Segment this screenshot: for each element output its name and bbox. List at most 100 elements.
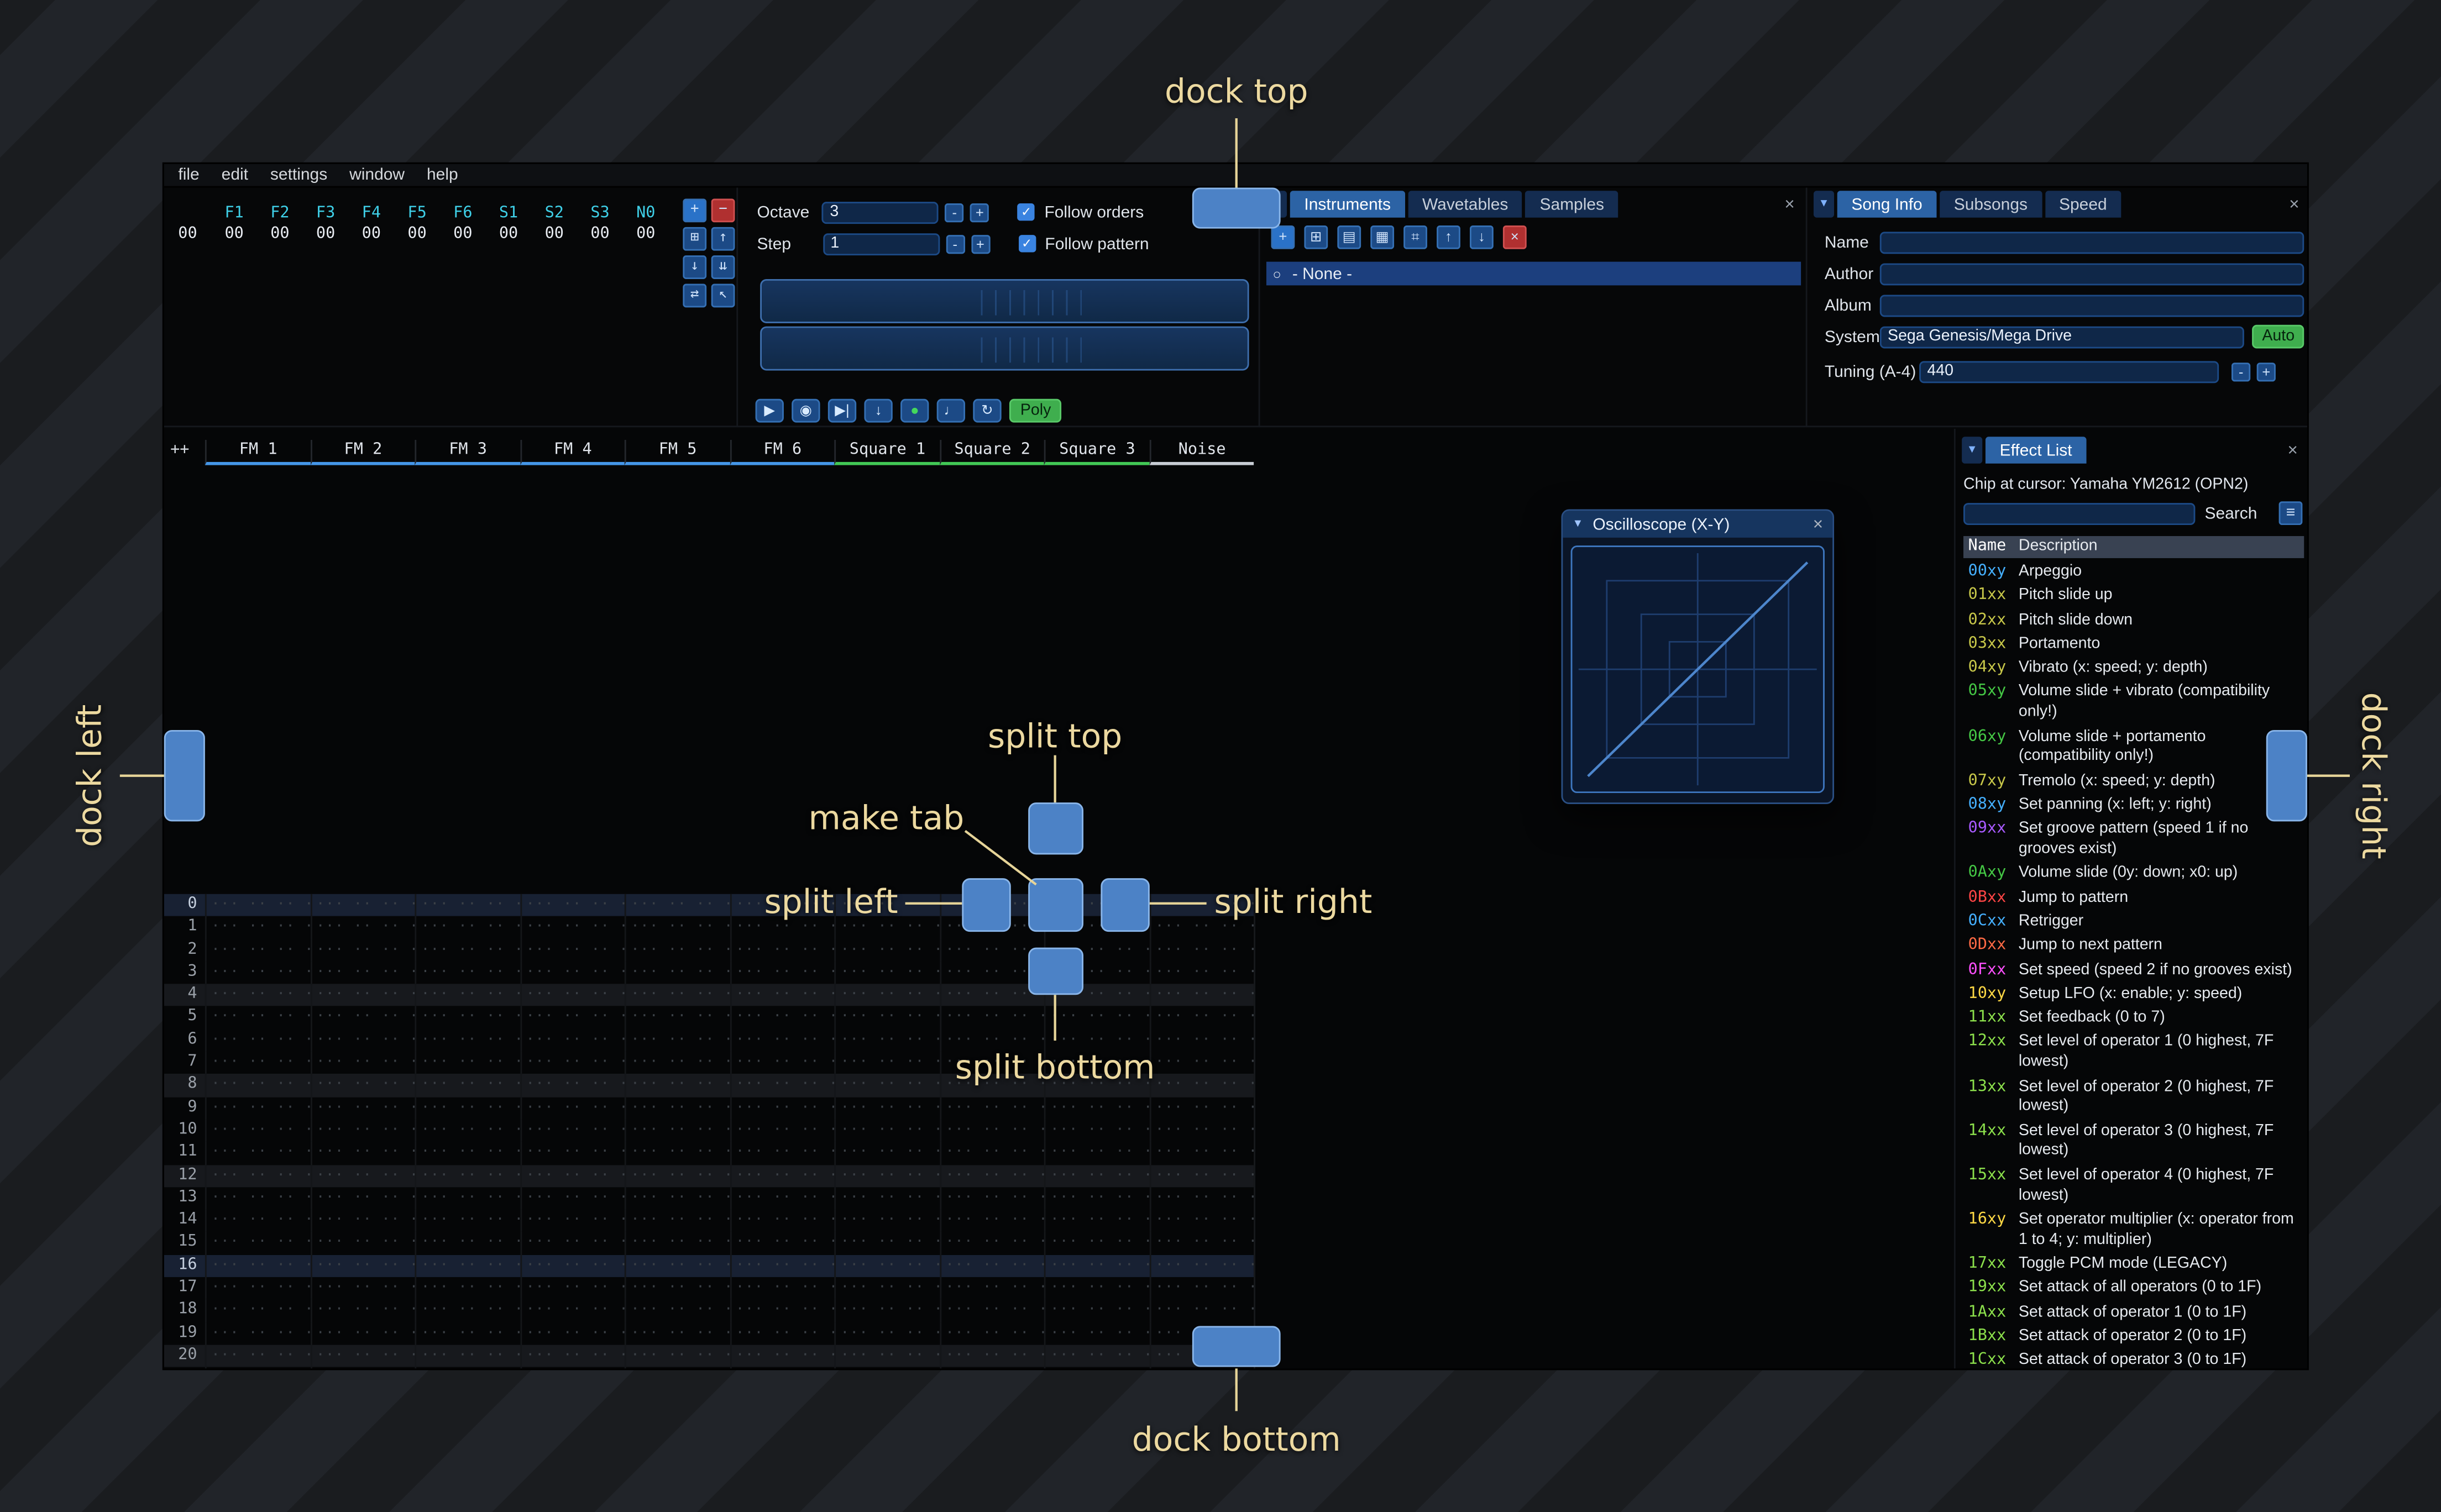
channel-header-fm-2[interactable]: FM 2: [310, 439, 415, 465]
oscilloscope-title-bar[interactable]: ▼ Oscilloscope (X-Y) ×: [1563, 511, 1833, 538]
effect-row[interactable]: 0Cxx Retrigger: [1963, 911, 2304, 936]
pattern-cell[interactable]: ··· ·· ·· ···: [624, 1299, 730, 1322]
order-edit-mode-button[interactable]: ↖: [711, 284, 735, 308]
pattern-cell[interactable]: ··· ·· ·· ···: [729, 984, 834, 1007]
pattern-cell[interactable]: ··· ·· ·· ···: [205, 1367, 310, 1369]
effect-row[interactable]: 00xy Arpeggio: [1963, 561, 2304, 586]
tuning-decrease-button[interactable]: -: [2231, 361, 2251, 381]
pattern-row[interactable]: 2 ··· ·· ·· ··· ·· · · · ·· ·· ·· ·· · · · · · ··…: [164, 939, 1254, 962]
oscilloscope-window[interactable]: ▼ Oscilloscope (X-Y) ×: [1561, 509, 1835, 805]
step-decrease-button[interactable]: -: [945, 234, 965, 253]
pattern-cell[interactable]: ··· ·· ·· ···: [205, 939, 310, 962]
pattern-cell[interactable]: ··· ·· ·· ···: [415, 1006, 520, 1030]
split-target-bottom[interactable]: [1028, 947, 1084, 995]
pattern-cell[interactable]: ··· ·· ·· ···: [415, 1367, 520, 1369]
add-instrument-button[interactable]: +: [1271, 225, 1295, 249]
pattern-cell[interactable]: ··· ·· ·· ···: [624, 1322, 730, 1345]
pattern-row[interactable]: 5 ··· ·· ·· ··· ·· · · · ·· ·· ·· ·· · · · · · ··…: [164, 1006, 1254, 1030]
menu-item-file[interactable]: file: [178, 166, 199, 185]
pattern-cell[interactable]: ··· ·· ·· ···: [1044, 1142, 1149, 1165]
play-button[interactable]: ▶: [755, 398, 784, 423]
pattern-cell[interactable]: ··· ·· ·· ···: [1149, 1096, 1254, 1120]
field-input-author[interactable]: [1879, 262, 2304, 285]
pattern-cell[interactable]: ··· ·· ·· ···: [310, 1186, 415, 1210]
split-target-top[interactable]: [1028, 802, 1084, 855]
record-button[interactable]: ●: [900, 398, 929, 423]
pattern-cell[interactable]: ··· ·· ·· ···: [624, 1367, 730, 1369]
pattern-cell[interactable]: ··· ·· ·· ···: [415, 984, 520, 1007]
effect-row[interactable]: 16xy Set operator multiplier (x: operator…: [1963, 1209, 2304, 1253]
pattern-cell[interactable]: ··· ·· ·· ···: [205, 1029, 310, 1052]
pattern-cell[interactable]: ··· ·· ·· ···: [310, 1277, 415, 1300]
split-target-left[interactable]: [962, 878, 1011, 932]
tab-list-dropdown-icon[interactable]: ▼: [1813, 191, 1835, 218]
order-cell[interactable]: 00: [211, 224, 257, 244]
pattern-cell[interactable]: ··· ·· ·· ···: [205, 1186, 310, 1210]
pattern-cell[interactable]: ··· ·· ·· ···: [520, 1029, 625, 1052]
tab-song-info[interactable]: Song Info: [1837, 191, 1937, 218]
pattern-cell[interactable]: ··· ·· ·· ···: [624, 1006, 730, 1030]
repeat-pattern-button[interactable]: ↻: [973, 398, 1002, 423]
tab-instruments[interactable]: Instruments: [1290, 191, 1405, 218]
pattern-cell[interactable]: ··· ·· ·· ···: [520, 1322, 625, 1345]
step-increase-button[interactable]: +: [971, 234, 990, 253]
dock-target-bottom[interactable]: [1192, 1326, 1281, 1367]
pattern-cell[interactable]: ··· ·· ·· ···: [520, 894, 625, 917]
pattern-cell[interactable]: ··· ·· ·· ···: [939, 1322, 1044, 1345]
pattern-cell[interactable]: ··· ·· ·· ···: [729, 1186, 834, 1210]
pattern-cell[interactable]: ··· ·· ·· ···: [520, 1367, 625, 1369]
pattern-cell[interactable]: ··· ·· ·· ···: [939, 1232, 1044, 1255]
pattern-cell[interactable]: ··· ·· ·· ···: [1044, 1096, 1149, 1120]
pattern-cell[interactable]: ··· ·· ·· ···: [415, 1074, 520, 1097]
pattern-cell[interactable]: ··· ·· ·· ···: [939, 1277, 1044, 1300]
pattern-cell[interactable]: ··· ·· ·· ···: [415, 1186, 520, 1210]
pattern-row[interactable]: 21··· ·· ·· ······ ·· ·· ······ ·· ·· ··…: [164, 1367, 1254, 1369]
pattern-cell[interactable]: ··· ·· ·· ···: [624, 894, 730, 917]
pattern-row[interactable]: 4 ··· ·· ·· ··· ·· · · · ·· ·· ·· ·· · · · · · ··…: [164, 984, 1254, 1007]
pattern-cell[interactable]: ··· ·· ·· ···: [1044, 1367, 1149, 1369]
effect-row[interactable]: 0Bxx Jump to pattern: [1963, 887, 2304, 911]
pattern-cell[interactable]: ··· ·· ·· ···: [1044, 1006, 1149, 1030]
effect-row[interactable]: 01xx Pitch slide up: [1963, 585, 2304, 610]
effect-row[interactable]: 0Dxx Jump to next pattern: [1963, 936, 2304, 960]
pattern-cell[interactable]: ··· ·· ·· ···: [520, 1096, 625, 1120]
effect-row[interactable]: 02xx Pitch slide down: [1963, 610, 2304, 634]
pattern-cell[interactable]: ··· ·· ·· ···: [415, 1299, 520, 1322]
tab-effect-list[interactable]: Effect List: [1985, 437, 2087, 464]
pattern-row[interactable]: 17 ··· ·· ·· ··· ·· · · · ·· ·· ·· ·· · · · · · ·…: [164, 1277, 1254, 1300]
pattern-cell[interactable]: ··· ·· ·· ···: [520, 984, 625, 1007]
pattern-cell[interactable]: ··· ·· ·· ···: [205, 1142, 310, 1165]
order-duplicate-end-button[interactable]: ⇊: [711, 255, 735, 279]
poly-input-button[interactable]: Poly: [1009, 398, 1062, 423]
menu-item-edit[interactable]: edit: [222, 166, 248, 185]
pattern-cell[interactable]: ··· ·· ·· ···: [624, 1254, 730, 1278]
pattern-cell[interactable]: ··· ·· ·· ···: [834, 1074, 939, 1097]
effect-row[interactable]: 10xy Setup LFO (x: enable; y: speed): [1963, 984, 2304, 1008]
pattern-cell[interactable]: ··· ·· ·· ···: [520, 1299, 625, 1322]
pattern-cell[interactable]: ··· ·· ·· ···: [939, 1254, 1044, 1278]
pattern-cell[interactable]: ··· ·· ·· ···: [1149, 962, 1254, 984]
pattern-cell[interactable]: ··· ·· ·· ···: [310, 1006, 415, 1030]
pattern-row[interactable]: 1 ··· ·· ·· ··· ·· · · · ·· ·· ·· ·· · · · · · ··…: [164, 916, 1254, 939]
pattern-cell[interactable]: ··· ·· ·· ···: [1044, 1322, 1149, 1345]
pattern-cell[interactable]: ··· ·· ·· ···: [834, 1367, 939, 1369]
pattern-cell[interactable]: ··· ·· ·· ···: [205, 1209, 310, 1232]
pattern-cell[interactable]: ··· ·· ·· ···: [310, 984, 415, 1007]
pattern-cell[interactable]: ··· ·· ·· ···: [205, 1006, 310, 1030]
pattern-cell[interactable]: ··· ·· ·· ···: [729, 1074, 834, 1097]
pattern-cell[interactable]: ··· ·· ·· ···: [834, 1142, 939, 1165]
pattern-cell[interactable]: ··· ·· ·· ···: [520, 1119, 625, 1142]
pattern-cell[interactable]: ··· ·· ·· ···: [415, 1052, 520, 1074]
effect-row[interactable]: 03xx Portamento: [1963, 634, 2304, 658]
step-one-row-button[interactable]: ↓: [864, 398, 893, 423]
pattern-cell[interactable]: ··· ·· ·· ···: [729, 1119, 834, 1142]
pattern-cell[interactable]: ··· ·· ·· ···: [1149, 1164, 1254, 1187]
pattern-cell[interactable]: ··· ·· ·· ···: [310, 1254, 415, 1278]
pattern-cell[interactable]: ··· ·· ·· ···: [939, 1142, 1044, 1165]
channel-header-square-3[interactable]: Square 3: [1044, 439, 1149, 465]
collapse-icon[interactable]: ▼: [1572, 519, 1583, 530]
channel-header-fm-6[interactable]: FM 6: [729, 439, 835, 465]
make-tab-target[interactable]: [1028, 878, 1084, 932]
pattern-cell[interactable]: ··· ·· ·· ···: [834, 1119, 939, 1142]
pattern-row[interactable]: 10 ··· ·· ·· ··· ·· · · · ·· ·· ·· ·· · · · · · ·…: [164, 1119, 1254, 1142]
